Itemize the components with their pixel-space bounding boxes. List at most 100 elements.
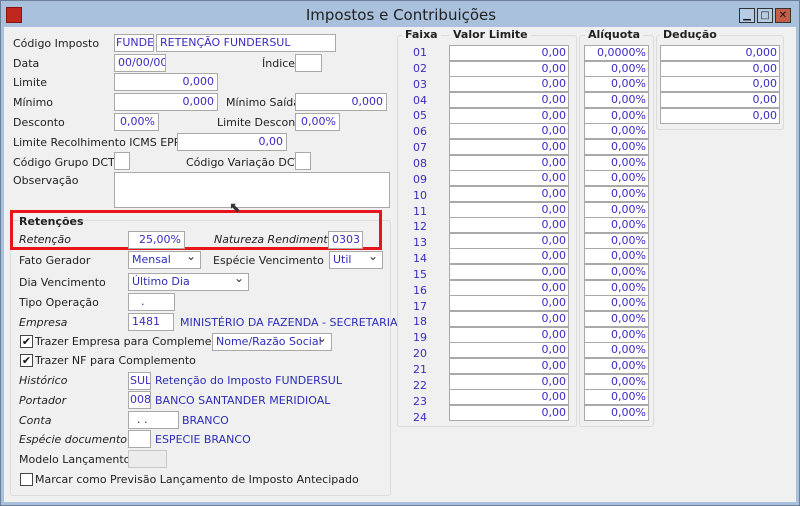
data-input[interactable]: 00/00/00	[114, 54, 166, 72]
deducao-input[interactable]: 0,000	[660, 45, 780, 61]
valor-limite-input[interactable]: 0,00	[449, 217, 569, 234]
valor-limite-input[interactable]: 0,00	[449, 201, 569, 218]
faixa-number: 04	[413, 93, 427, 107]
especie-doc-input[interactable]	[128, 430, 151, 448]
valor-limite-input[interactable]: 0,00	[449, 170, 569, 187]
tipo-operacao-input[interactable]: .	[128, 293, 175, 311]
aliquota-input[interactable]: 0,00%	[584, 107, 649, 124]
valor-limite-input[interactable]: 0,00	[449, 326, 569, 343]
limite-input[interactable]: 0,000	[114, 73, 218, 91]
aliquota-input[interactable]: 0,00%	[584, 248, 649, 265]
aliquota-input[interactable]: 0,00%	[584, 232, 649, 249]
minimize-button[interactable]: ▁	[739, 8, 755, 23]
valor-limite-input[interactable]: 0,00	[449, 107, 569, 124]
observacao-input[interactable]	[114, 172, 390, 208]
aliquota-input[interactable]: 0,00%	[584, 404, 649, 421]
limite-icms-input[interactable]: 0,00	[177, 133, 287, 151]
aliquota-input[interactable]: 0,00%	[584, 138, 649, 155]
valor-limite-input[interactable]: 0,00	[449, 264, 569, 281]
previsao-checkbox[interactable]	[20, 473, 33, 486]
close-button[interactable]: ✕	[775, 8, 791, 23]
natureza-input[interactable]: 0303	[328, 231, 363, 249]
valor-limite-input[interactable]: 0,00	[449, 154, 569, 171]
modelo-input[interactable]	[128, 450, 167, 468]
aliquota-input[interactable]: 0,00%	[584, 185, 649, 202]
fato-gerador-select[interactable]: Mensal	[128, 251, 201, 269]
trazer-empresa-checkbox[interactable]: ✔	[20, 335, 33, 348]
valor-limite-input[interactable]: 0,00	[449, 279, 569, 296]
valor-limite-input[interactable]: 0,00	[449, 358, 569, 374]
indice-input[interactable]	[295, 54, 322, 72]
aliquota-input[interactable]: 0,00%	[584, 91, 649, 108]
faixa-number: 01	[413, 46, 427, 59]
indice-label: Índice	[262, 57, 296, 70]
aliquota-input[interactable]: 0,00%	[584, 311, 649, 328]
valor-limite-input[interactable]: 0,00	[449, 232, 569, 249]
empresa-desc: MINISTÉRIO DA FAZENDA - SECRETARIA	[180, 316, 398, 329]
deducao-input[interactable]: 0,00	[660, 107, 780, 124]
historico-desc: Retenção do Imposto FUNDERSUL	[155, 374, 342, 387]
deducao-input[interactable]: 0,00	[660, 60, 780, 77]
valor-limite-input[interactable]: 0,00	[449, 185, 569, 202]
aliquota-input[interactable]: 0,00%	[584, 373, 649, 390]
valor-limite-input[interactable]: 0,00	[449, 138, 569, 155]
desconto-input[interactable]: 0,00%	[114, 113, 159, 131]
deducao-header: Dedução	[660, 28, 720, 41]
especie-venc-select[interactable]: Util	[329, 251, 383, 269]
maximize-button[interactable]: □	[757, 8, 773, 23]
valor-limite-input[interactable]: 0,00	[449, 404, 569, 421]
aliquota-input[interactable]: 0,00%	[584, 326, 649, 343]
dia-venc-select[interactable]: Último Dia	[128, 273, 249, 291]
trazer-empresa-select[interactable]: Nome/Razão Social	[212, 333, 332, 351]
codigo-imposto-code[interactable]: FUNDEF	[114, 34, 154, 52]
faixa-number: 15	[413, 267, 427, 281]
valor-limite-input[interactable]: 0,00	[449, 45, 569, 61]
limite-desconto-input[interactable]: 0,00%	[295, 113, 340, 131]
retencao-input[interactable]: 25,00%	[128, 231, 185, 249]
deducao-input[interactable]: 0,00	[660, 76, 780, 93]
faixa-number: 05	[413, 109, 427, 123]
deducao-input[interactable]: 0,00	[660, 91, 780, 108]
trazer-nf-label: Trazer NF para Complemento	[35, 354, 196, 367]
valor-limite-input[interactable]: 0,00	[449, 91, 569, 108]
trazer-nf-checkbox[interactable]: ✔	[20, 354, 33, 367]
faixa-number: 22	[413, 378, 427, 392]
faixa-number: 08	[413, 156, 427, 170]
aliquota-input[interactable]: 0,00%	[584, 170, 649, 187]
limite-icms-label: Limite Recolhimento ICMS EPP	[13, 136, 181, 149]
grupo-dctf-input[interactable]	[114, 152, 130, 170]
valor-limite-input[interactable]: 0,00	[449, 295, 569, 312]
aliquota-input[interactable]: 0,00%	[584, 217, 649, 234]
aliquota-input[interactable]: 0,00%	[584, 60, 649, 77]
valor-limite-input[interactable]: 0,00	[449, 76, 569, 93]
minimo-input[interactable]: 0,000	[114, 93, 218, 111]
tipo-operacao-label: Tipo Operação	[19, 296, 99, 309]
aliquota-input[interactable]: 0,00%	[584, 201, 649, 218]
valor-limite-input[interactable]: 0,00	[449, 60, 569, 77]
aliquota-input[interactable]: 0,00%	[584, 76, 649, 93]
conta-input[interactable]: . .	[128, 411, 179, 429]
empresa-code-input[interactable]: 1481	[128, 313, 174, 331]
aliquota-input[interactable]: 0,00%	[584, 264, 649, 281]
aliquota-input[interactable]: 0,0000%	[584, 45, 649, 61]
valor-limite-input[interactable]: 0,00	[449, 373, 569, 390]
aliquota-input[interactable]: 0,00%	[584, 154, 649, 171]
valor-limite-input[interactable]: 0,00	[449, 311, 569, 328]
aliquota-input[interactable]: 0,00%	[584, 342, 649, 359]
aliquota-input[interactable]: 0,00%	[584, 295, 649, 312]
historico-code-input[interactable]: SUL	[128, 372, 151, 390]
valor-limite-input[interactable]: 0,00	[449, 342, 569, 359]
portador-code-input[interactable]: 008	[128, 391, 151, 409]
valor-limite-input[interactable]: 0,00	[449, 248, 569, 265]
valor-limite-input[interactable]: 0,00	[449, 389, 569, 406]
variacao-dctf-input[interactable]	[295, 152, 311, 170]
retencoes-title: Retenções	[19, 215, 84, 228]
faixa-number: 11	[413, 204, 427, 218]
aliquota-input[interactable]: 0,00%	[584, 389, 649, 406]
valor-limite-input[interactable]: 0,00	[449, 123, 569, 140]
aliquota-input[interactable]: 0,00%	[584, 123, 649, 140]
aliquota-input[interactable]: 0,00%	[584, 279, 649, 296]
codigo-imposto-desc[interactable]: RETENÇÃO FUNDERSUL	[156, 34, 336, 52]
aliquota-input[interactable]: 0,00%	[584, 358, 649, 374]
minimo-saidas-input[interactable]: 0,000	[295, 93, 387, 111]
